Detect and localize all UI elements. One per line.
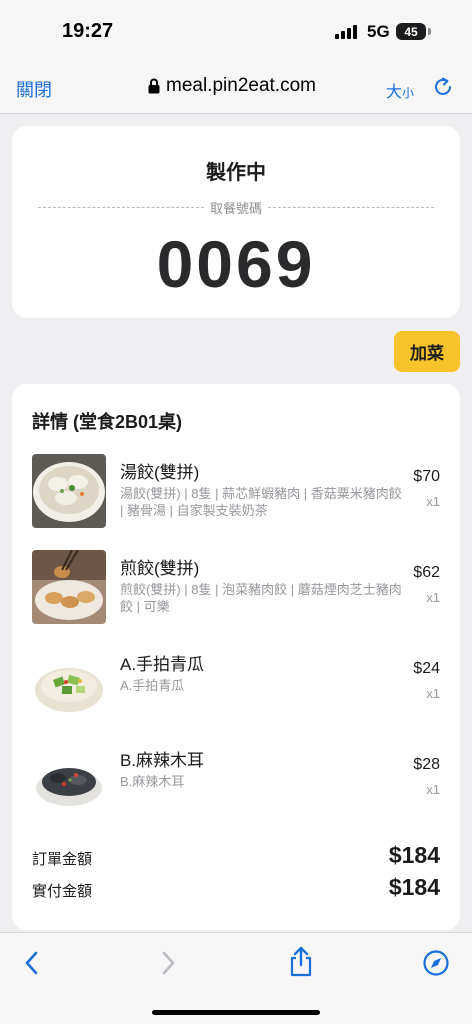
list-item: 湯餃(雙拼) 湯餃(雙拼) | 8隻 | 蒜芯鮮蝦豬肉 | 香菇粟米豬肉餃 | … [32,454,440,534]
item-price: $24 [413,660,440,677]
status-time: 19:27 [62,20,114,42]
order-details-card: 詳情 (堂食2B01桌) 湯餃(雙拼) 湯餃(雙拼) | 8隻 | 蒜芯鮮蝦豬肉… [12,384,460,930]
paid-amount-value: $184 [388,874,440,900]
item-name: 湯餃(雙拼) [120,463,200,482]
item-name: B.麻辣木耳 [120,751,205,770]
order-status: 製作中 [206,162,266,184]
pickup-number: 0069 [156,227,316,301]
signal-icon [335,25,357,39]
spicy-fungus-photo [32,742,106,816]
item-quantity: x1 [426,686,440,701]
cucumber-salad-photo [32,646,106,720]
list-item: A.手拍青瓜 A.手拍青瓜 $24 x1 [32,646,440,726]
item-price: $70 [413,468,440,485]
battery-level: 45 [404,24,418,39]
pickup-label: 取餐號碼 [210,201,263,216]
item-price: $28 [413,756,440,773]
page: 19:27 5G 45 關閉 meal.pin2eat.com 大小 製作中 取… [0,0,472,1024]
text-size-button[interactable]: 大小 [386,78,414,102]
dashed-line-left [38,207,204,208]
home-indicator [152,1010,320,1015]
order-amount-row: 訂單金額 $184 [32,842,440,872]
network-type: 5G [367,22,390,41]
item-price: $62 [413,564,440,581]
text-size-big: 大 [386,84,403,101]
order-amount-value: $184 [388,842,440,868]
fried-dumplings-photo [32,550,106,624]
reload-icon[interactable] [432,76,454,98]
text-size-small: 小 [402,86,415,100]
lock-icon [148,78,160,94]
details-title: 詳情 (堂食2B01桌) [32,412,183,432]
share-icon[interactable] [288,945,314,977]
list-item: 煎餃(雙拼) 煎餃(雙拼) | 8隻 | 泡菜豬肉餃 | 蘑菇煙肉芝士豬肉餃 |… [32,550,440,630]
url-bar[interactable]: meal.pin2eat.com [148,75,316,97]
item-description: A.手拍青瓜 [120,678,185,693]
item-description: 煎餃(雙拼) | 8隻 | 泡菜豬肉餃 | 蘑菇煙肉芝士豬肉餃 | 可樂 [120,582,402,614]
dashed-line-right [268,207,435,208]
order-amount-label: 訂單金額 [32,851,93,868]
item-description: B.麻辣木耳 [120,774,185,789]
item-quantity: x1 [426,494,440,509]
browser-nav-bar: 關閉 meal.pin2eat.com 大小 [0,62,472,114]
pickup-divider: 取餐號碼 [38,198,435,217]
close-button[interactable]: 關閉 [16,76,52,102]
back-icon[interactable] [22,949,42,977]
forward-icon[interactable] [158,949,178,977]
item-description: 湯餃(雙拼) | 8隻 | 蒜芯鮮蝦豬肉 | 香菇粟米豬肉餃 | 豬骨湯 | 自… [120,486,402,518]
compass-icon[interactable] [422,949,450,977]
paid-amount-row: 實付金額 $184 [32,874,440,904]
add-dish-button[interactable]: 加菜 [394,331,460,372]
url-text: meal.pin2eat.com [166,75,316,96]
paid-amount-label: 實付金額 [32,883,93,900]
soup-dumplings-photo [32,454,106,528]
list-item: B.麻辣木耳 B.麻辣木耳 $28 x1 [32,742,440,822]
item-quantity: x1 [426,590,440,605]
battery-icon: 45 [396,23,426,40]
item-name: A.手拍青瓜 [120,655,205,674]
item-name: 煎餃(雙拼) [120,559,200,578]
order-status-card: 製作中 取餐號碼 0069 [12,126,460,318]
status-bar: 19:27 5G 45 [0,0,472,62]
item-quantity: x1 [426,782,440,797]
battery-nub [428,28,431,35]
